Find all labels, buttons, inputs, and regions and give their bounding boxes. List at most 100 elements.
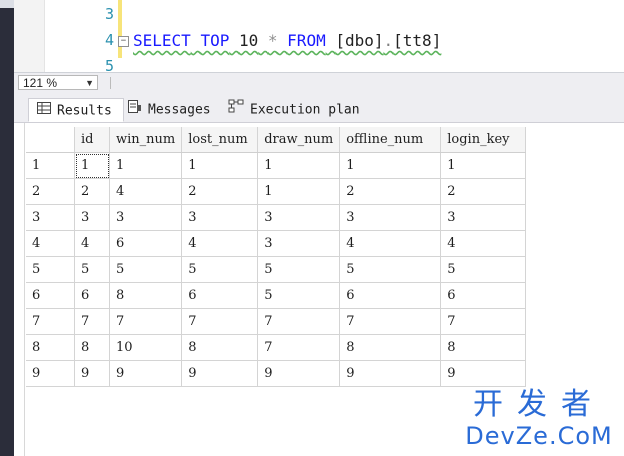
table-row[interactable]: 3333333: [26, 204, 527, 231]
grid-cell[interactable]: 1: [339, 152, 442, 179]
zoom-value: 121 %: [23, 76, 58, 90]
chevron-down-icon[interactable]: ▼: [85, 76, 94, 91]
grid-cell[interactable]: 7: [257, 308, 341, 335]
star-operator: *: [267, 31, 278, 50]
grid-cell[interactable]: 7: [109, 308, 183, 335]
grid-cell[interactable]: 9: [440, 360, 527, 387]
grid-cell[interactable]: 10: [109, 334, 183, 361]
grid-cell[interactable]: 8: [440, 334, 527, 361]
schema-name: [dbo]: [335, 31, 384, 50]
grid-cell[interactable]: 1: [74, 152, 110, 179]
grid-cell[interactable]: 8: [109, 282, 183, 309]
grid-cell[interactable]: 4: [109, 178, 183, 205]
column-header[interactable]: win_num: [109, 127, 183, 153]
grid-cell[interactable]: 5: [257, 282, 341, 309]
grid-cell[interactable]: 3: [74, 204, 110, 231]
row-number[interactable]: 5: [26, 256, 75, 283]
top-count: 10: [238, 31, 259, 50]
grid-cell[interactable]: 2: [339, 178, 442, 205]
grid-cell[interactable]: 3: [257, 230, 341, 257]
grid-cell[interactable]: 5: [440, 256, 527, 283]
sql-statement[interactable]: SELECT TOP 10 * FROM [dbo].[tt8]: [133, 31, 441, 50]
table-row[interactable]: 2242122: [26, 178, 527, 205]
tab-label: Messages: [148, 102, 211, 118]
grid-cell[interactable]: 5: [257, 256, 341, 283]
row-number[interactable]: 3: [26, 204, 75, 231]
column-header[interactable]: draw_num: [257, 127, 341, 153]
grid-cell[interactable]: 2: [181, 178, 259, 205]
table-row[interactable]: 1111111: [26, 152, 527, 179]
grid-cell[interactable]: 7: [181, 308, 259, 335]
column-header[interactable]: id: [74, 127, 110, 153]
table-row[interactable]: 7777777: [26, 308, 527, 335]
grid-cell[interactable]: 1: [257, 178, 341, 205]
column-header[interactable]: login_key: [440, 127, 527, 153]
grid-cell[interactable]: 9: [74, 360, 110, 387]
grid-cell[interactable]: 4: [181, 230, 259, 257]
row-number[interactable]: 1: [26, 152, 75, 179]
tab-messages[interactable]: Messages: [128, 98, 224, 122]
keyword-from: FROM: [287, 31, 326, 50]
grid-cell[interactable]: 1: [257, 152, 341, 179]
grid-cell[interactable]: 8: [74, 334, 110, 361]
grid-cell[interactable]: 2: [440, 178, 527, 205]
table-row[interactable]: 9999999: [26, 360, 527, 387]
row-number[interactable]: 6: [26, 282, 75, 309]
query-editor[interactable]: 3 4 5 − SELECT TOP 10 * FROM [dbo].[tt8]: [14, 0, 624, 72]
grid-cell[interactable]: 8: [181, 334, 259, 361]
grid-cell[interactable]: 8: [339, 334, 442, 361]
table-row[interactable]: 4464344: [26, 230, 527, 257]
grid-cell[interactable]: 5: [339, 256, 442, 283]
grid-cell[interactable]: 4: [339, 230, 442, 257]
grid-cell[interactable]: 9: [339, 360, 442, 387]
grid-cell[interactable]: 4: [440, 230, 527, 257]
results-grid[interactable]: id win_num lost_num draw_num offline_num…: [26, 127, 527, 387]
grid-cell[interactable]: 6: [181, 282, 259, 309]
collapse-icon[interactable]: −: [118, 36, 129, 47]
table-row[interactable]: 5555555: [26, 256, 527, 283]
grid-cell[interactable]: 4: [74, 230, 110, 257]
zoom-dropdown[interactable]: 121 % ▼: [18, 75, 98, 90]
grid-cell[interactable]: 6: [440, 282, 527, 309]
table-row[interactable]: 8 8 10 8 7 8 8: [26, 334, 527, 361]
row-number[interactable]: 7: [26, 308, 75, 335]
gutter-divider: [44, 0, 45, 72]
grid-cell[interactable]: 7: [74, 308, 110, 335]
tab-results[interactable]: Results: [28, 98, 124, 122]
grid-icon: [37, 99, 51, 123]
grid-cell[interactable]: 9: [257, 360, 341, 387]
grid-cell[interactable]: 3: [440, 204, 527, 231]
grid-cell[interactable]: 6: [339, 282, 442, 309]
row-number[interactable]: 9: [26, 360, 75, 387]
grid-cell[interactable]: 3: [257, 204, 341, 231]
grid-cell[interactable]: 5: [109, 256, 183, 283]
grid-cell[interactable]: 2: [74, 178, 110, 205]
column-header[interactable]: lost_num: [181, 127, 259, 153]
grid-cell[interactable]: 3: [181, 204, 259, 231]
row-number[interactable]: 2: [26, 178, 75, 205]
grid-cell[interactable]: 1: [440, 152, 527, 179]
line-number: 3: [104, 5, 114, 23]
grid-cell[interactable]: 5: [74, 256, 110, 283]
table-row[interactable]: 6686566: [26, 282, 527, 309]
grid-cell[interactable]: 1: [109, 152, 183, 179]
grid-cell[interactable]: 7: [257, 334, 341, 361]
grid-cell[interactable]: 7: [440, 308, 527, 335]
grid-cell[interactable]: 9: [109, 360, 183, 387]
row-number[interactable]: 8: [26, 334, 75, 361]
grid-cell[interactable]: 3: [109, 204, 183, 231]
row-number[interactable]: 4: [26, 230, 75, 257]
grid-cell[interactable]: 6: [74, 282, 110, 309]
grid-cell[interactable]: 9: [181, 360, 259, 387]
scrollbar-grip[interactable]: [110, 77, 111, 89]
grid-cell[interactable]: 7: [339, 308, 442, 335]
keyword-top: TOP: [200, 31, 230, 50]
tab-execution-plan[interactable]: Execution plan: [228, 98, 368, 122]
grid-cell[interactable]: 1: [181, 152, 259, 179]
grid-cell[interactable]: 3: [339, 204, 442, 231]
grid-corner[interactable]: [26, 127, 75, 153]
grid-cell[interactable]: 6: [109, 230, 183, 257]
grid-cell[interactable]: 5: [181, 256, 259, 283]
column-header[interactable]: offline_num: [339, 127, 442, 153]
tab-label: Execution plan: [250, 102, 360, 118]
